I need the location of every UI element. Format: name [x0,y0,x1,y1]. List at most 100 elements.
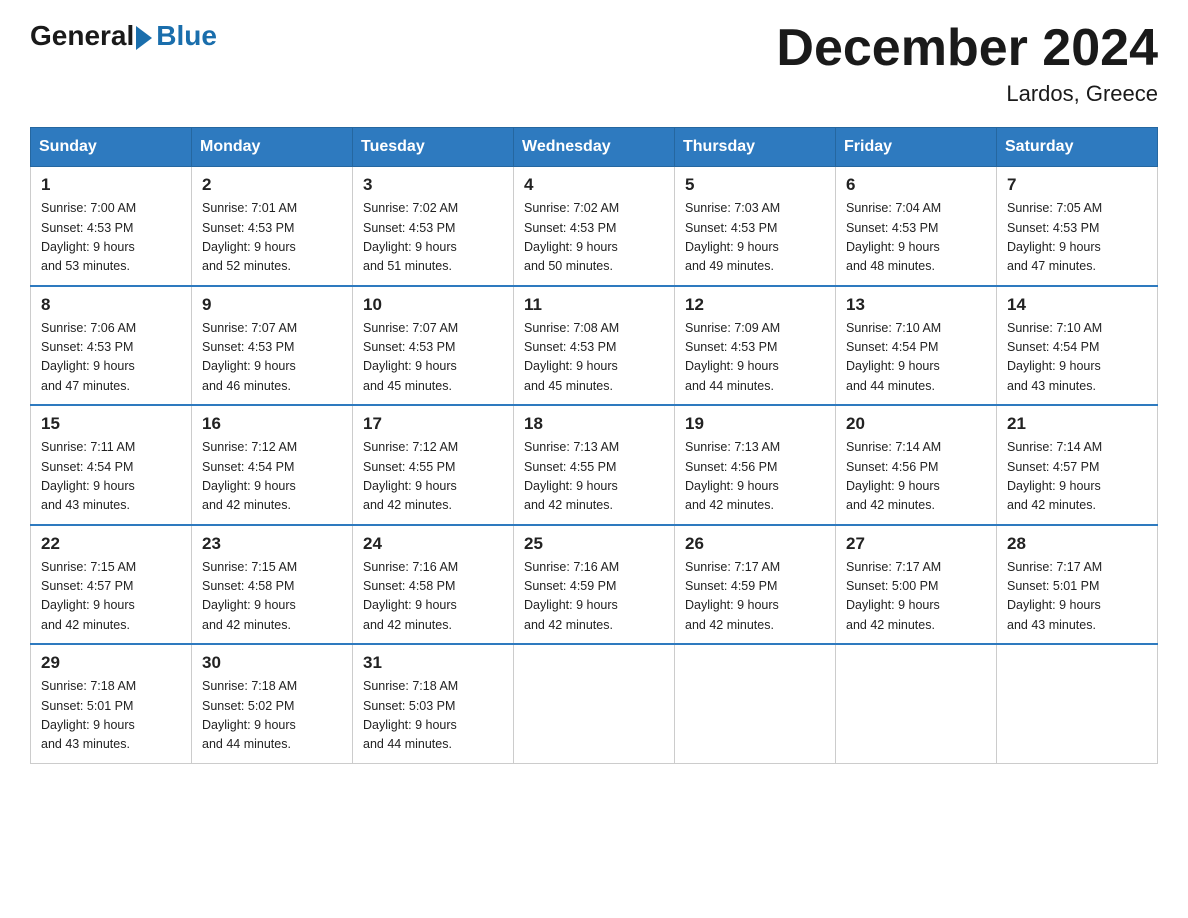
table-row: 30 Sunrise: 7:18 AMSunset: 5:02 PMDayligh… [192,644,353,763]
day-info: Sunrise: 7:04 AMSunset: 4:53 PMDaylight:… [846,199,986,277]
table-row: 28 Sunrise: 7:17 AMSunset: 5:01 PMDayligh… [997,525,1158,645]
day-info: Sunrise: 7:08 AMSunset: 4:53 PMDaylight:… [524,319,664,397]
table-row: 16 Sunrise: 7:12 AMSunset: 4:54 PMDayligh… [192,405,353,525]
day-number: 26 [685,534,825,554]
day-info: Sunrise: 7:02 AMSunset: 4:53 PMDaylight:… [524,199,664,277]
day-number: 3 [363,175,503,195]
day-number: 14 [1007,295,1147,315]
day-number: 24 [363,534,503,554]
day-info: Sunrise: 7:01 AMSunset: 4:53 PMDaylight:… [202,199,342,277]
table-row: 2 Sunrise: 7:01 AMSunset: 4:53 PMDaylight… [192,167,353,286]
table-row: 11 Sunrise: 7:08 AMSunset: 4:53 PMDayligh… [514,286,675,406]
day-info: Sunrise: 7:14 AMSunset: 4:56 PMDaylight:… [846,438,986,516]
calendar-table: Sunday Monday Tuesday Wednesday Thursday… [30,127,1158,764]
day-number: 31 [363,653,503,673]
day-number: 9 [202,295,342,315]
day-number: 30 [202,653,342,673]
table-row [675,644,836,763]
logo-blue-text: Blue [156,20,217,52]
col-friday: Friday [836,128,997,167]
day-number: 28 [1007,534,1147,554]
day-number: 6 [846,175,986,195]
title-block: December 2024 Lardos, Greece [776,20,1158,107]
calendar-week-row: 29 Sunrise: 7:18 AMSunset: 5:01 PMDayligh… [31,644,1158,763]
calendar-week-row: 22Sunrise: 7:15 AMSunset: 4:57 PMDayligh… [31,525,1158,645]
month-title: December 2024 [776,20,1158,77]
day-info: Sunrise: 7:06 AMSunset: 4:53 PMDaylight:… [41,319,181,397]
calendar-header-row: Sunday Monday Tuesday Wednesday Thursday… [31,128,1158,167]
day-info: Sunrise: 7:10 AMSunset: 4:54 PMDaylight:… [846,319,986,397]
col-monday: Monday [192,128,353,167]
day-info: Sunrise: 7:09 AMSunset: 4:53 PMDaylight:… [685,319,825,397]
day-number: 29 [41,653,181,673]
day-info: Sunrise: 7:10 AMSunset: 4:54 PMDaylight:… [1007,319,1147,397]
day-number: 17 [363,414,503,434]
day-number: 16 [202,414,342,434]
day-number: 5 [685,175,825,195]
table-row: 26 Sunrise: 7:17 AMSunset: 4:59 PMDayligh… [675,525,836,645]
table-row: 29 Sunrise: 7:18 AMSunset: 5:01 PMDayligh… [31,644,192,763]
day-number: 1 [41,175,181,195]
day-info: Sunrise: 7:00 AMSunset: 4:53 PMDaylight:… [41,199,181,277]
day-info: Sunrise: 7:07 AMSunset: 4:53 PMDaylight:… [202,319,342,397]
col-tuesday: Tuesday [353,128,514,167]
day-info: Sunrise: 7:18 AMSunset: 5:03 PMDaylight:… [363,677,503,755]
day-info: Sunrise: 7:17 AMSunset: 5:01 PMDaylight:… [1007,558,1147,636]
col-saturday: Saturday [997,128,1158,167]
table-row: 13 Sunrise: 7:10 AMSunset: 4:54 PMDayligh… [836,286,997,406]
calendar-week-row: 1 Sunrise: 7:00 AMSunset: 4:53 PMDaylight… [31,167,1158,286]
day-number: 25 [524,534,664,554]
table-row: 21 Sunrise: 7:14 AMSunset: 4:57 PMDayligh… [997,405,1158,525]
day-info: Sunrise: 7:15 AMSunset: 4:57 PMDaylight:… [41,558,181,636]
table-row: 10Sunrise: 7:07 AMSunset: 4:53 PMDayligh… [353,286,514,406]
day-info: Sunrise: 7:18 AMSunset: 5:02 PMDaylight:… [202,677,342,755]
day-number: 27 [846,534,986,554]
table-row: 1 Sunrise: 7:00 AMSunset: 4:53 PMDaylight… [31,167,192,286]
day-info: Sunrise: 7:16 AMSunset: 4:59 PMDaylight:… [524,558,664,636]
day-info: Sunrise: 7:16 AMSunset: 4:58 PMDaylight:… [363,558,503,636]
day-number: 2 [202,175,342,195]
day-info: Sunrise: 7:17 AMSunset: 4:59 PMDaylight:… [685,558,825,636]
day-info: Sunrise: 7:13 AMSunset: 4:55 PMDaylight:… [524,438,664,516]
day-number: 7 [1007,175,1147,195]
day-number: 11 [524,295,664,315]
day-number: 19 [685,414,825,434]
table-row: 6 Sunrise: 7:04 AMSunset: 4:53 PMDaylight… [836,167,997,286]
day-number: 15 [41,414,181,434]
day-number: 23 [202,534,342,554]
table-row [997,644,1158,763]
day-number: 21 [1007,414,1147,434]
day-number: 18 [524,414,664,434]
col-wednesday: Wednesday [514,128,675,167]
day-number: 4 [524,175,664,195]
day-number: 12 [685,295,825,315]
table-row [836,644,997,763]
table-row: 14 Sunrise: 7:10 AMSunset: 4:54 PMDayligh… [997,286,1158,406]
table-row [514,644,675,763]
day-info: Sunrise: 7:12 AMSunset: 4:54 PMDaylight:… [202,438,342,516]
table-row: 5Sunrise: 7:03 AMSunset: 4:53 PMDaylight… [675,167,836,286]
table-row: 15Sunrise: 7:11 AMSunset: 4:54 PMDayligh… [31,405,192,525]
day-info: Sunrise: 7:18 AMSunset: 5:01 PMDaylight:… [41,677,181,755]
day-info: Sunrise: 7:13 AMSunset: 4:56 PMDaylight:… [685,438,825,516]
page-header: General Blue December 2024 Lardos, Greec… [30,20,1158,107]
calendar-week-row: 8 Sunrise: 7:06 AMSunset: 4:53 PMDaylight… [31,286,1158,406]
table-row: 24 Sunrise: 7:16 AMSunset: 4:58 PMDayligh… [353,525,514,645]
table-row: 27Sunrise: 7:17 AMSunset: 5:00 PMDayligh… [836,525,997,645]
day-number: 8 [41,295,181,315]
calendar-week-row: 15Sunrise: 7:11 AMSunset: 4:54 PMDayligh… [31,405,1158,525]
table-row: 25 Sunrise: 7:16 AMSunset: 4:59 PMDayligh… [514,525,675,645]
table-row: 23 Sunrise: 7:15 AMSunset: 4:58 PMDayligh… [192,525,353,645]
table-row: 19 Sunrise: 7:13 AMSunset: 4:56 PMDayligh… [675,405,836,525]
day-number: 13 [846,295,986,315]
day-info: Sunrise: 7:02 AMSunset: 4:53 PMDaylight:… [363,199,503,277]
table-row: 20Sunrise: 7:14 AMSunset: 4:56 PMDayligh… [836,405,997,525]
table-row: 7Sunrise: 7:05 AMSunset: 4:53 PMDaylight… [997,167,1158,286]
location-text: Lardos, Greece [776,81,1158,107]
logo-general-text: General [30,20,134,52]
day-info: Sunrise: 7:14 AMSunset: 4:57 PMDaylight:… [1007,438,1147,516]
logo-arrow-icon [136,26,152,50]
logo: General Blue [30,20,217,52]
table-row: 22Sunrise: 7:15 AMSunset: 4:57 PMDayligh… [31,525,192,645]
day-info: Sunrise: 7:15 AMSunset: 4:58 PMDaylight:… [202,558,342,636]
